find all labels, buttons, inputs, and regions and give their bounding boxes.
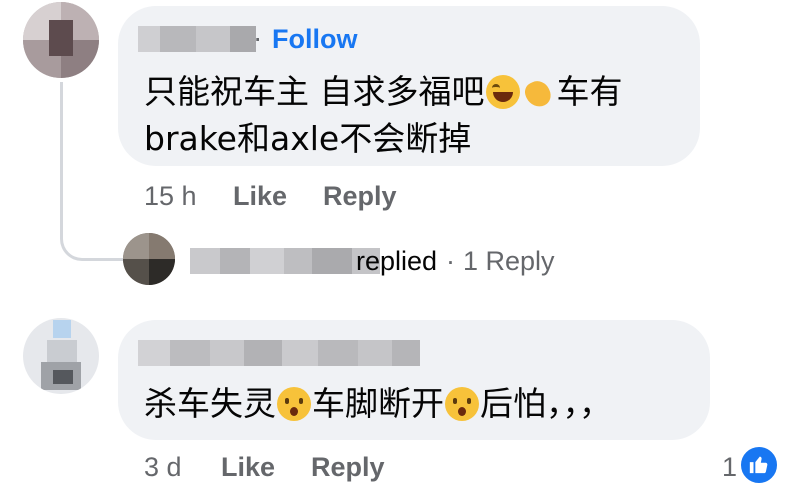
replier-avatar[interactable] <box>123 233 175 285</box>
laughing-crying-emoji-icon <box>485 75 520 109</box>
reply-separator: · <box>446 246 455 276</box>
commenter-name-blurred[interactable] <box>138 26 256 52</box>
commenter-avatar[interactable] <box>23 318 99 394</box>
comment-text-part: 后怕，，， <box>480 384 612 423</box>
thumbs-up-icon <box>749 456 768 474</box>
like-button[interactable]: Like <box>233 181 287 212</box>
follow-link[interactable]: Follow <box>272 24 357 55</box>
follow-separator: · <box>253 22 263 53</box>
comment-text-line: brake和axle不会断掉 <box>144 119 472 158</box>
thread-connector-line <box>60 82 123 261</box>
comment-text-part: 车有 <box>556 72 623 111</box>
view-replies-link[interactable]: 1 Reply <box>463 246 555 277</box>
replier-name-blurred[interactable] <box>190 248 380 274</box>
clapping-hands-emoji-icon <box>521 75 556 111</box>
reply-button[interactable]: Reply <box>323 181 397 212</box>
comment-text-part: 杀车失灵 <box>144 384 276 423</box>
hushed-face-emoji-icon <box>445 387 479 421</box>
comment-timestamp[interactable]: 15 h <box>144 181 197 212</box>
like-reaction-icon[interactable] <box>738 444 780 486</box>
hushed-face-emoji-icon <box>277 387 311 421</box>
comment-text: 只能祝车主 自求多福吧 车有 brake和axle不会断掉 <box>144 68 684 162</box>
comment-timestamp[interactable]: 3 d <box>144 452 182 483</box>
commenter-avatar[interactable] <box>23 2 99 78</box>
comment-text-part: 车脚断开 <box>312 384 444 423</box>
reaction-count[interactable]: 1 <box>722 452 737 483</box>
like-button[interactable]: Like <box>221 452 275 483</box>
comment-text: 杀车失灵 车脚断开 后怕，，， <box>144 380 704 427</box>
commenter-name-blurred[interactable] <box>138 340 420 366</box>
replied-label[interactable]: replied <box>356 246 437 277</box>
comment-text-part: 只能祝车主 自求多福吧 <box>144 72 485 111</box>
reply-button[interactable]: Reply <box>311 452 385 483</box>
